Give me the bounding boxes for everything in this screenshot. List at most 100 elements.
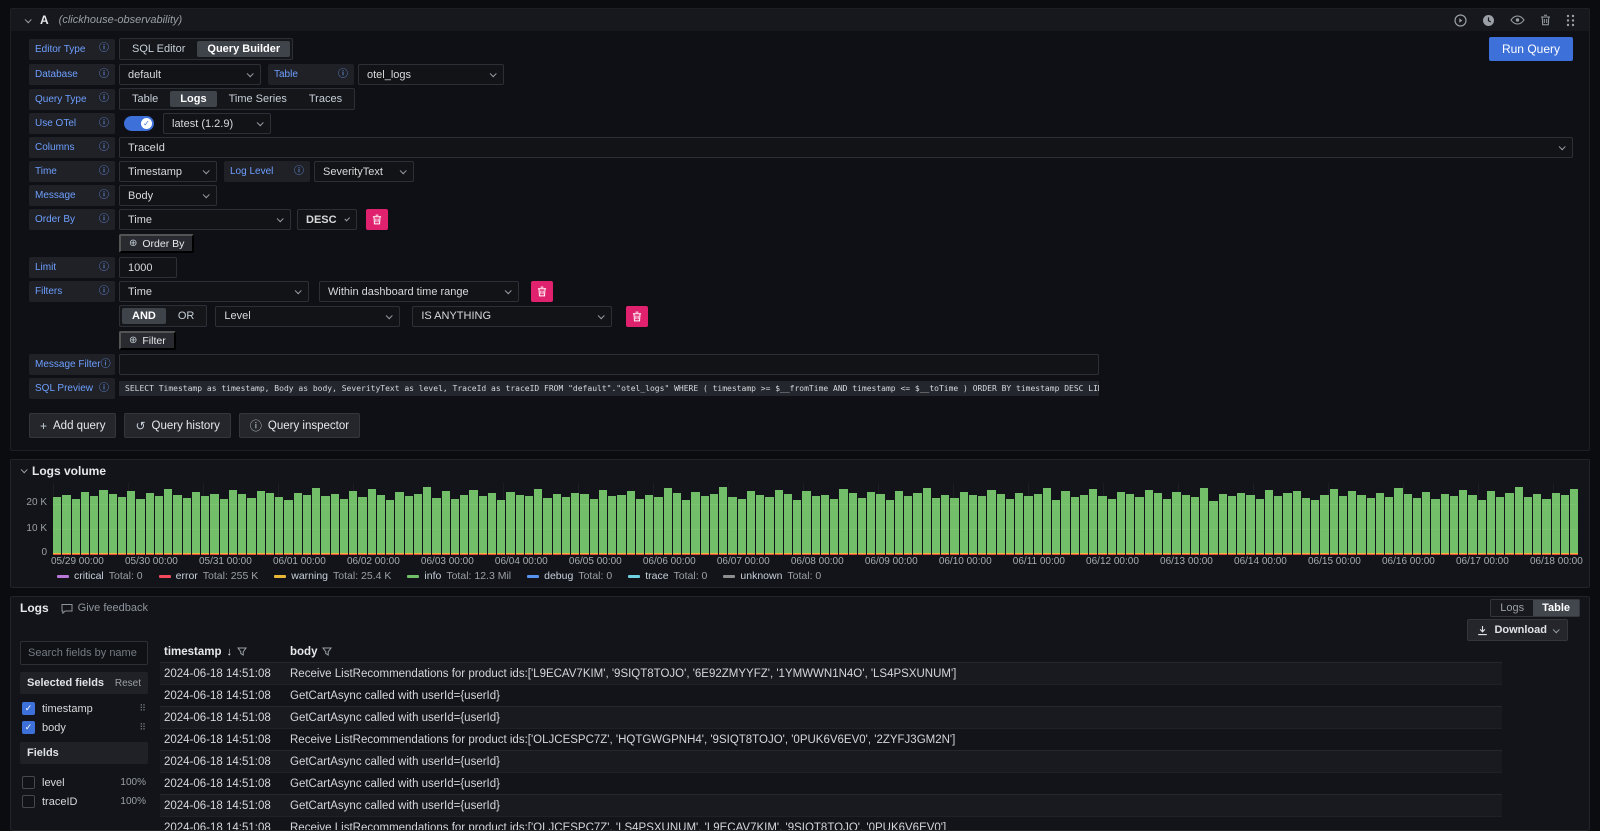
available-field-row[interactable]: traceID100% (20, 794, 148, 809)
query-type-logs[interactable]: Logs (170, 91, 216, 107)
legend-item[interactable]: errorTotal: 255 K (159, 570, 259, 582)
limit-input[interactable] (119, 257, 177, 278)
info-icon[interactable]: ⓘ (99, 191, 109, 201)
info-icon[interactable]: ⓘ (101, 360, 111, 370)
table-row[interactable]: 2024-06-18 14:51:08GetCartAsync called w… (160, 706, 1502, 728)
info-icon[interactable]: ⓘ (99, 167, 109, 177)
order-by-field-select[interactable]: Time (119, 209, 291, 230)
checkbox-checked[interactable]: ✓ (22, 721, 35, 734)
volume-bar (127, 483, 135, 555)
sql-editor-option[interactable]: SQL Editor (122, 41, 195, 57)
query-builder-option[interactable]: Query Builder (197, 41, 290, 57)
info-icon[interactable]: ⓘ (99, 44, 109, 54)
info-icon[interactable]: ⓘ (99, 384, 109, 394)
collapse-chevron-icon[interactable] (21, 466, 28, 473)
legend-item[interactable]: traceTotal: 0 (628, 570, 707, 582)
selected-field-row[interactable]: ✓body⠿ (20, 720, 148, 735)
view-table-option[interactable]: Table (1533, 600, 1579, 616)
legend-item[interactable]: warningTotal: 25.4 K (274, 570, 391, 582)
message-column-select[interactable]: Body (119, 185, 217, 206)
eye-icon[interactable] (1510, 15, 1525, 25)
info-icon[interactable]: ⓘ (99, 263, 109, 273)
filter2-operator-select[interactable]: IS ANYTHING (412, 306, 612, 327)
filter-funnel-icon[interactable] (322, 647, 332, 657)
reset-button[interactable]: Reset (115, 678, 141, 689)
order-by-direction-select[interactable]: DESC (297, 209, 357, 230)
chevron-down-icon (386, 312, 393, 319)
volume-bar (895, 483, 903, 555)
otel-version-select[interactable]: latest (1.2.9) (163, 113, 271, 134)
selected-field-row[interactable]: ✓timestamp⠿ (20, 701, 148, 716)
legend-item[interactable]: infoTotal: 12.3 Mil (407, 570, 511, 582)
time-column-select[interactable]: Timestamp (119, 161, 217, 182)
table-row[interactable]: 2024-06-18 14:51:08GetCartAsync called w… (160, 750, 1502, 772)
timestamp-column-header[interactable]: timestamp (164, 646, 222, 658)
log-level-select[interactable]: SeverityText (314, 161, 414, 182)
or-option[interactable]: OR (168, 308, 205, 324)
legend-swatch (57, 575, 69, 578)
play-circle-icon[interactable] (1454, 14, 1467, 27)
query-type-timeseries[interactable]: Time Series (219, 91, 297, 107)
checkbox-checked[interactable]: ✓ (22, 702, 35, 715)
table-row[interactable]: 2024-06-18 14:51:08Receive ListRecommend… (160, 662, 1502, 684)
database-select[interactable]: default (119, 64, 261, 85)
error-bar-segment (849, 553, 857, 555)
sql-preview-text: SELECT Timestamp as timestamp, Body as b… (119, 381, 1099, 396)
info-icon[interactable]: ⓘ (99, 119, 109, 129)
legend-item[interactable]: debugTotal: 0 (527, 570, 612, 582)
remove-order-by-button[interactable] (366, 209, 388, 230)
sort-desc-icon[interactable]: ↓ (227, 646, 233, 658)
info-icon[interactable]: ⓘ (99, 143, 109, 153)
trash-icon[interactable] (1540, 14, 1551, 26)
table-row[interactable]: 2024-06-18 14:51:08Receive ListRecommend… (160, 816, 1502, 830)
run-query-button[interactable]: Run Query (1489, 37, 1573, 61)
info-icon[interactable]: ⓘ (99, 287, 109, 297)
drag-handle-icon[interactable]: ⠿ (139, 703, 146, 714)
and-option[interactable]: AND (122, 308, 166, 324)
body-column-header[interactable]: body (290, 646, 317, 658)
filter1-field-select[interactable]: Time (119, 281, 309, 302)
legend-item[interactable]: unknownTotal: 0 (723, 570, 821, 582)
table-row[interactable]: 2024-06-18 14:51:08GetCartAsync called w… (160, 684, 1502, 706)
filter1-operator-select[interactable]: Within dashboard time range (319, 281, 519, 302)
error-bar-segment (312, 553, 320, 555)
filter2-field-select[interactable]: Level (215, 306, 400, 327)
add-filter-button[interactable]: ⊕ Filter (119, 331, 176, 350)
remove-filter2-button[interactable] (626, 306, 648, 327)
table-select[interactable]: otel_logs (358, 64, 504, 85)
legend-item[interactable]: criticalTotal: 0 (57, 570, 143, 582)
table-row[interactable]: 2024-06-18 14:51:08Receive ListRecommend… (160, 728, 1502, 750)
give-feedback-link[interactable]: Give feedback (61, 602, 148, 614)
query-type-traces[interactable]: Traces (299, 91, 352, 107)
query-inspector-button[interactable]: ⓘ Query inspector (239, 413, 360, 438)
available-field-row[interactable]: level100% (20, 775, 148, 790)
info-icon[interactable]: ⓘ (338, 70, 348, 80)
remove-filter1-button[interactable] (531, 281, 553, 302)
info-icon[interactable]: ⓘ (99, 70, 109, 80)
logs-volume-header[interactable]: Logs volume (11, 460, 1589, 481)
table-row[interactable]: 2024-06-18 14:51:08GetCartAsync called w… (160, 794, 1502, 816)
info-icon[interactable]: ⓘ (99, 94, 109, 104)
query-history-button[interactable]: ↺ Query history (124, 413, 230, 438)
query-type-table[interactable]: Table (122, 91, 168, 107)
columns-multiselect[interactable]: TraceId (119, 137, 1573, 158)
view-logs-option[interactable]: Logs (1491, 600, 1533, 616)
download-button[interactable]: Download (1467, 619, 1568, 641)
info-icon[interactable]: ⓘ (99, 215, 109, 225)
search-fields-input[interactable] (20, 641, 148, 665)
collapse-chevron-icon[interactable] (25, 16, 32, 23)
table-row[interactable]: 2024-06-18 14:51:08GetCartAsync called w… (160, 772, 1502, 794)
history-clock-icon[interactable] (1482, 14, 1495, 27)
drag-handle-icon[interactable] (1566, 14, 1575, 27)
add-query-button[interactable]: + Add query (29, 413, 116, 438)
query-row-header[interactable]: A (clickhouse-observability) (11, 9, 1589, 31)
filter-funnel-icon[interactable] (237, 647, 247, 657)
order-by-label: Order By ⓘ (29, 209, 115, 230)
checkbox-unchecked[interactable] (22, 795, 35, 808)
otel-toggle[interactable]: ✓ (124, 116, 154, 131)
checkbox-unchecked[interactable] (22, 776, 35, 789)
add-order-by-button[interactable]: ⊕ Order By (119, 234, 194, 253)
drag-handle-icon[interactable]: ⠿ (139, 722, 146, 733)
info-icon[interactable]: ⓘ (294, 167, 304, 177)
message-filter-input[interactable] (119, 354, 1099, 375)
